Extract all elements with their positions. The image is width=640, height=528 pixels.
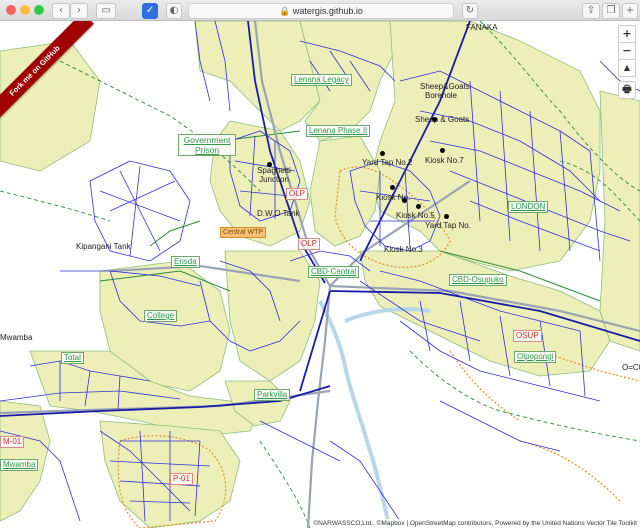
marker-dot[interactable] — [267, 162, 272, 167]
zone-label-cbd-osupuko: CBD-Osupuko — [449, 274, 507, 286]
facility-fanaka: FANAKA — [466, 23, 498, 32]
facility-kiosk-3: Kiosk No.3 — [384, 245, 423, 254]
facility-kiosk-5: Kiosk No.5 — [396, 211, 435, 220]
back-button[interactable]: ‹ — [52, 3, 70, 19]
facility-sheep-goats-borehole: Sheep&Goats Borehole — [420, 82, 470, 100]
share-icon[interactable]: ⇪ — [582, 3, 600, 19]
facility-sheep-goats: Sheep & Goats — [415, 115, 470, 124]
river — [318, 300, 431, 528]
marker-dot[interactable] — [440, 148, 445, 153]
browser-toolbar: ‹ › ▭ ✓ ◐ 🔒 watergis.github.io ↻ ⇪ ❐ + — [0, 0, 640, 21]
zone-label-lenana-phase2: Lenana Phase II — [306, 125, 371, 137]
url-text: watergis.github.io — [292, 6, 363, 16]
reader-icon[interactable]: ◐ — [166, 3, 182, 19]
map-attribution[interactable]: ©NARWASSCO,Ltd., ©Mapbox | OpenStreetMap… — [310, 519, 640, 528]
zoom-in-button[interactable]: + — [618, 25, 636, 43]
marker-dot[interactable] — [380, 151, 385, 156]
zone-label-lenana-legacy: Lenana Legacy — [291, 74, 352, 86]
zone-label-london: LONDON — [508, 201, 549, 213]
facility-kipangani-tank: Kipangani Tank — [76, 242, 131, 251]
facility-kiosk-7: Kiosk No.7 — [425, 156, 464, 165]
shield-icon[interactable]: ✓ — [142, 3, 158, 19]
compass-icon[interactable]: ▲ — [618, 59, 636, 77]
zone-code-m01: M-01 — [0, 436, 25, 448]
zone-label-college: College — [144, 310, 178, 322]
facility-yard-tap-2: Yard Tap No.2 — [362, 158, 413, 167]
reload-icon[interactable]: ↻ — [462, 3, 478, 19]
zone-code-p01: P-01 — [170, 473, 193, 485]
minimize-window-button[interactable] — [20, 5, 30, 15]
map-canvas[interactable]: Fork me on GitHub + − ▲ 🖶 Lenana Legacy … — [0, 21, 640, 528]
zone-label-government-prison: Government Prison — [178, 134, 236, 156]
facility-dwo-tank: D.W.O Tank — [257, 209, 300, 218]
zone-code-olp-2: OLP — [298, 238, 321, 250]
zoom-out-button[interactable]: − — [618, 42, 636, 60]
marker-dot[interactable] — [444, 214, 449, 219]
zone-label-cbd-central: CBD-Central — [308, 266, 360, 278]
facility-yard-tap-no: Yard Tap No. — [425, 221, 471, 230]
zone-label-total: Total — [61, 352, 84, 364]
zone-label-ensda: Ensda — [171, 256, 200, 268]
address-bar[interactable]: 🔒 watergis.github.io — [188, 3, 454, 19]
zone-code-osup: OSUP — [513, 330, 542, 342]
marker-dot[interactable] — [432, 117, 437, 122]
add-tab-button[interactable]: + — [622, 3, 638, 19]
zone-code-cut-right: O=C0 — [622, 363, 640, 372]
facility-central-wtp: Central WTP — [220, 227, 267, 238]
sidebar-icon[interactable]: ▭ — [96, 3, 116, 19]
zone-label-parkvilla: Parkvilla — [254, 389, 291, 401]
tabs-icon[interactable]: ❐ — [602, 3, 620, 19]
forward-button[interactable]: › — [70, 3, 88, 19]
close-window-button[interactable] — [6, 5, 16, 15]
zone-label-olpopongi: Olpopongi — [514, 351, 557, 363]
marker-dot[interactable] — [390, 185, 395, 190]
place-label-mwamba: Mwamba — [0, 333, 33, 342]
facility-spaghetti-junction: Spaghetti Junction — [257, 166, 291, 184]
zone-code-olp-1: OLP — [286, 188, 309, 200]
print-icon[interactable]: 🖶 — [618, 81, 636, 99]
marker-dot[interactable] — [402, 198, 407, 203]
maximize-window-button[interactable] — [34, 5, 44, 15]
marker-dot[interactable] — [416, 204, 421, 209]
zone-label-mwamba: Mwamba — [0, 459, 39, 471]
